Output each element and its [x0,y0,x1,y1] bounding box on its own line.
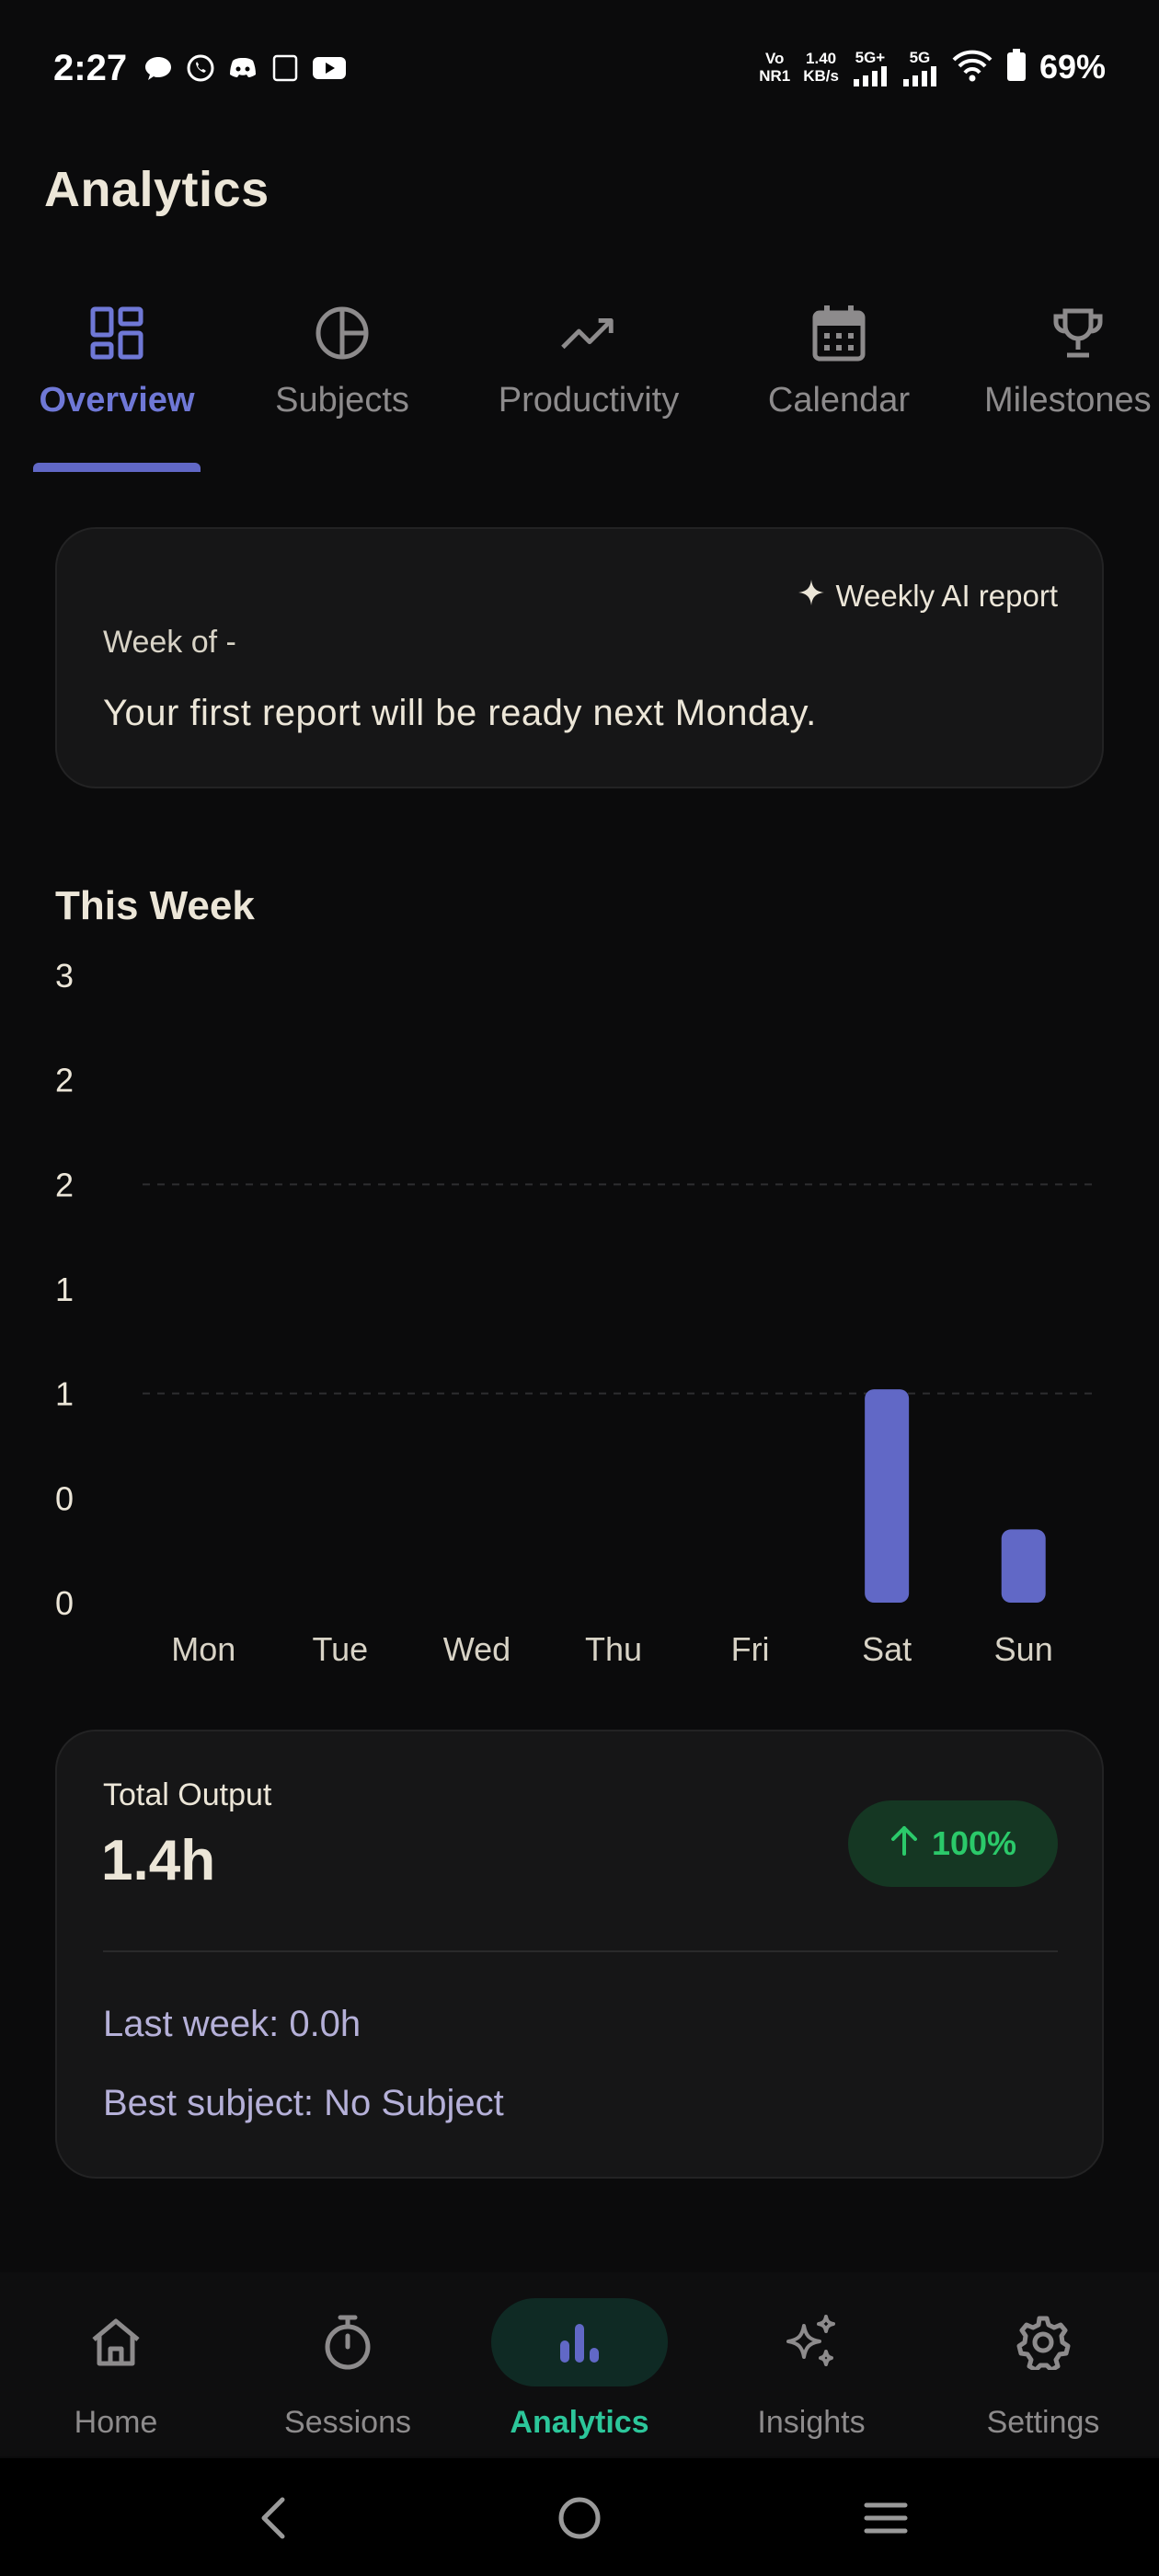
report-week-label: Week of - [103,625,236,660]
notification-icons [143,53,346,83]
nav-label: Analytics [510,2405,649,2440]
last-week-text: Last week: 0.0h [103,2004,361,2044]
nav-label: Settings [986,2405,1100,2440]
tab-overview[interactable]: Overview [33,304,201,474]
change-badge: 100% [848,1800,1058,1887]
trending-up-icon [559,304,618,362]
x-tick-label: Fri [731,1630,770,1668]
x-tick-label: Sun [994,1630,1053,1668]
x-tick-label: Tue [313,1630,369,1668]
best-subject-text: Best subject: No Subject [103,2083,504,2123]
discord-icon [227,53,258,83]
nav-home[interactable]: Home [24,2298,208,2441]
tab-subjects[interactable]: Subjects [259,304,425,474]
badge-label: Weekly AI report [835,579,1059,613]
nr-label: NR1 [759,67,791,85]
nav-label: Home [74,2405,158,2440]
calendar-icon [809,304,868,362]
weekly-ai-report-badge: Weekly AI report [798,579,1059,614]
trophy-icon [1049,304,1107,362]
status-time: 2:27 [53,48,128,88]
home-icon [28,2298,204,2386]
recents-menu-icon[interactable] [854,2486,918,2550]
y-tick-label: 3 [55,957,74,995]
tab-label: Subjects [275,381,409,420]
stopwatch-icon [259,2298,436,2386]
nav-settings[interactable]: Settings [951,2298,1135,2441]
tab-calendar[interactable]: Calendar [754,304,924,474]
app-square-icon [270,53,301,83]
y-tick-label: 1 [55,1375,74,1413]
tab-milestones[interactable]: Milestones [984,304,1159,474]
speed-value: 1.40 [806,50,837,67]
bar-sat[interactable] [865,1389,910,1603]
nav-label: Insights [757,2405,866,2440]
x-tick-label: Sat [862,1630,912,1668]
y-tick-label: 2 [55,1062,74,1099]
signal-2-label: 5G [909,48,931,66]
pie-chart-icon [313,304,372,362]
x-tick-label: Mon [171,1630,235,1668]
divider [103,1950,1058,1952]
tab-label: Overview [39,381,195,420]
sparkles-icon [723,2298,900,2386]
tab-label: Milestones [984,381,1152,420]
home-circle-icon[interactable] [547,2486,612,2550]
volte-indicator: Vo NR1 [759,50,790,85]
nav-sessions[interactable]: Sessions [256,2298,440,2441]
tab-label: Calendar [767,381,911,420]
bar-sun[interactable] [1001,1529,1046,1603]
speed-unit: KB/s [803,67,839,85]
nav-analytics[interactable]: Analytics [488,2298,671,2441]
chat-bubble-icon [143,53,174,83]
battery-icon [1006,48,1027,86]
signal-1-label: 5G+ [855,48,886,66]
wifi-icon [951,49,993,86]
y-tick-label: 0 [55,1584,74,1622]
change-value: 100% [931,1824,1017,1862]
total-output-card: Total Output 1.4h 100% Last week: 0.0h B… [55,1730,1104,2179]
signal-5g-plus-icon: 5G+ [852,49,889,86]
report-message: Your first report will be ready next Mon… [103,693,817,733]
total-output-value: 1.4h [101,1829,216,1892]
y-tick-label: 2 [55,1166,74,1203]
youtube-icon [312,53,346,83]
dashboard-icon [87,304,146,362]
sparkle-icon [798,579,825,614]
x-tick-label: Thu [585,1630,642,1668]
arrow-up-icon [889,1824,919,1864]
y-tick-label: 0 [55,1479,74,1517]
nav-insights[interactable]: Insights [719,2298,903,2441]
weekly-report-card[interactable]: Weekly AI report Week of - Your first re… [55,527,1104,788]
network-speed: 1.40 KB/s [803,50,839,85]
total-output-label: Total Output [103,1777,272,1812]
status-right: Vo NR1 1.40 KB/s 5G+ 5G 69% [759,48,1106,86]
tab-label: Productivity [498,381,680,420]
nav-label: Sessions [284,2405,411,2440]
weekly-bar-chart: 3 2 2 1 1 0 0 Mon Tue Wed Thu Fri Sat Sun [55,957,1099,1668]
back-icon[interactable] [241,2486,305,2550]
bottom-navigation: Home Sessions Analytics Insights Setting… [0,2272,1159,2456]
page-title: Analytics [44,162,270,217]
chart-title: This Week [55,883,255,928]
status-bar: 2:27 Vo NR1 1.40 KB/s 5G+ 5G 69% [0,0,1159,138]
tab-productivity[interactable]: Productivity [478,304,699,474]
y-tick-label: 1 [55,1271,74,1308]
analytics-tabs: Overview Subjects Productivity Calendar … [0,304,1159,474]
gear-icon [955,2298,1131,2386]
signal-5g-icon: 5G [901,49,938,86]
active-tab-indicator [33,463,201,472]
bar-chart-icon [491,2298,668,2386]
system-navigation-bar [0,2458,1159,2576]
volte-label: Vo [764,50,785,67]
x-tick-label: Wed [443,1630,511,1668]
whatsapp-icon [185,53,216,83]
battery-percent: 69% [1039,48,1106,86]
